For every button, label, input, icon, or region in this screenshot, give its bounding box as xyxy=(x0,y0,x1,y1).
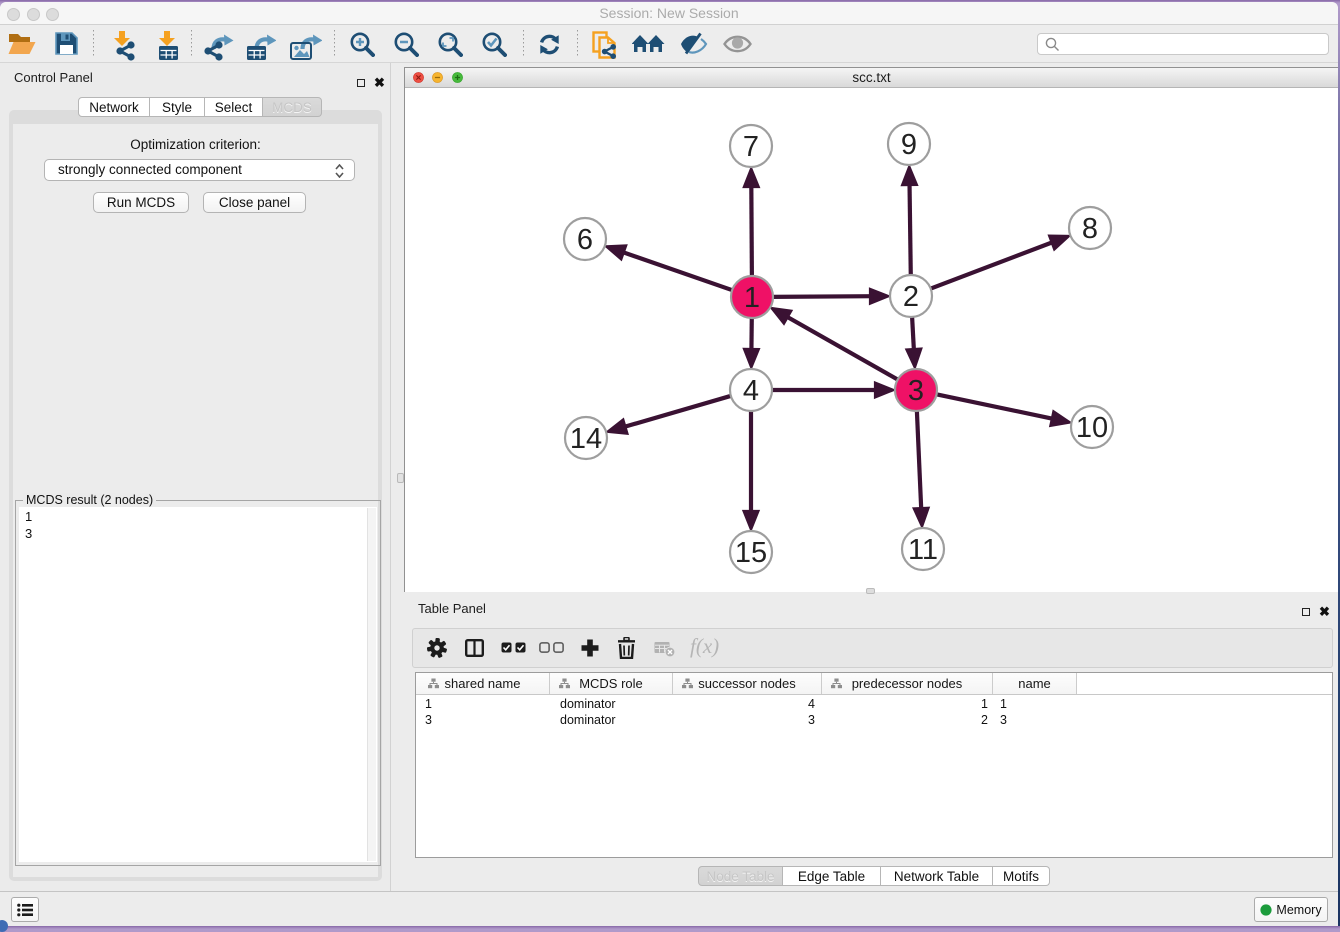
svg-text:3: 3 xyxy=(908,375,924,407)
svg-text:10: 10 xyxy=(1076,412,1108,444)
svg-text:14: 14 xyxy=(570,423,602,455)
svg-text:4: 4 xyxy=(743,375,759,407)
svg-text:6: 6 xyxy=(577,224,593,256)
svg-text:2: 2 xyxy=(903,281,919,313)
svg-text:15: 15 xyxy=(735,537,767,569)
svg-text:8: 8 xyxy=(1082,213,1098,245)
svg-text:1: 1 xyxy=(744,282,760,314)
svg-text:7: 7 xyxy=(743,131,759,163)
svg-text:11: 11 xyxy=(908,534,938,566)
svg-text:9: 9 xyxy=(901,129,917,161)
